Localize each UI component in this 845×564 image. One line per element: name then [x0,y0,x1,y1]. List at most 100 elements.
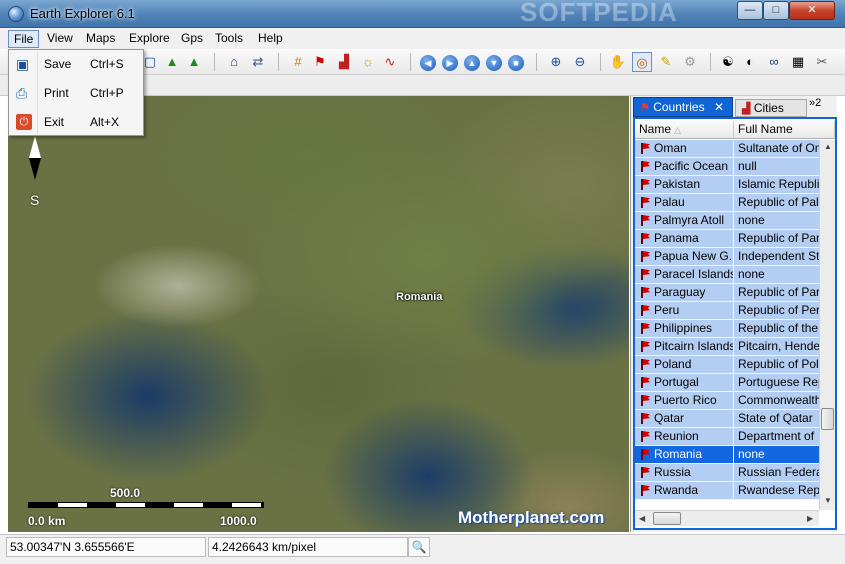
down-arrow-icon[interactable]: ▼ [484,52,504,72]
table-row[interactable]: Paraguay Republic of Paraguay [635,284,819,302]
cell-country-name: Rwanda [636,482,734,500]
table-row[interactable]: Oman Sultanate of Oman [635,140,819,158]
table-row[interactable]: Palau Republic of Palau [635,194,819,212]
toolbar-separator [710,53,711,71]
status-bar: 53.00347'N 3.655566'E 4.2426643 km/pixel… [0,534,845,564]
target-icon[interactable]: ◎ [632,52,652,72]
ruler-icon[interactable]: ✎ [656,52,676,72]
scroll-down-icon[interactable]: ▼ [824,496,832,505]
up-arrow-icon[interactable]: ▲ [462,52,482,72]
table-row[interactable]: Romania none [635,446,819,464]
flag-icon[interactable]: ⚑ [310,52,330,72]
table-row[interactable]: Panama Republic of Panama [635,230,819,248]
yin-yang-icon[interactable]: ☯ [718,52,738,72]
table-row[interactable]: Puerto Rico Commonwealth [635,392,819,410]
menu-maps[interactable]: Maps [81,30,120,48]
table-row[interactable]: Pacific Ocean null [635,158,819,176]
flag-icon [641,233,650,244]
scroll-right-icon[interactable]: ▶ [807,514,813,523]
menu-item-save[interactable]: ▣ Save Ctrl+S [10,50,143,78]
sun-icon[interactable]: ☼ [358,52,378,72]
tab-overflow-button[interactable]: »2 [809,97,821,109]
stop-icon[interactable]: ■ [506,52,526,72]
close-window-button[interactable]: ✕ [789,1,835,20]
zoom-out-icon[interactable]: ⊖ [570,52,590,72]
minimize-button[interactable]: — [737,1,763,20]
cell-full-name: Pitcairn, Henderson [738,339,819,353]
menu-item-print[interactable]: ⎙ Print Ctrl+P [10,79,143,107]
table-row[interactable]: Palmyra Atoll none [635,212,819,230]
map-view[interactable]: S Romania 500.0 0.0 km 1000.0 Motherplan… [8,96,629,532]
country-name-text: Russia [654,465,691,479]
cell-full-name: Republic of Poland [738,357,819,371]
globe-app-icon [8,6,24,22]
table-row[interactable]: Rwanda Rwandese Republic [635,482,819,500]
menu-tools[interactable]: Tools [210,30,248,48]
tab-countries-label: Countries [653,100,705,114]
cell-full-name: Portuguese Republic [738,375,819,389]
menu-gps[interactable]: Gps [176,30,208,48]
flag-icon [641,287,650,298]
table-row[interactable]: Portugal Portuguese Republic [635,374,819,392]
scale-mid-label: 500.0 [110,486,141,500]
menu-help[interactable]: Help [253,30,288,48]
menu-view[interactable]: View [42,30,78,48]
menu-item-exit[interactable]: ⏻ Exit Alt+X [10,108,143,136]
scroll-up-icon[interactable]: ▲ [824,142,832,151]
vertical-scroll-thumb[interactable] [821,408,834,430]
horizontal-scroll-thumb[interactable] [653,512,681,525]
hand-pan-icon[interactable]: ✋ [608,52,628,72]
printer-icon: ⎙ [16,85,28,101]
home-icon[interactable]: ⌂ [224,52,244,72]
table-row[interactable]: Pakistan Islamic Republic [635,176,819,194]
tools-icon[interactable]: ✂ [812,52,832,72]
table-row[interactable]: Paracel Islands none [635,266,819,284]
toolbar-separator [214,53,215,71]
tab-countries[interactable]: ⚑ Countries ✕ [633,97,733,117]
tree-frame-icon[interactable]: ▲ [162,52,182,72]
contrast-icon[interactable]: ◐ [740,52,760,72]
coordinates-readout: 53.00347'N 3.655566'E [6,537,206,557]
column-header-full-name[interactable]: Full Name [735,121,835,139]
menu-file[interactable]: File [8,30,40,48]
route-icon[interactable]: ⇄ [248,52,268,72]
scale-end-label: 1000.0 [220,514,257,528]
left-arrow-icon[interactable]: ◀ [418,52,438,72]
close-tab-icon[interactable]: ✕ [714,98,724,116]
search-icon[interactable]: 🔍 [408,537,430,557]
zoom-in-icon[interactable]: ⊕ [546,52,566,72]
right-arrow-icon[interactable]: ▶ [440,52,460,72]
table-row[interactable]: Philippines Republic of the [635,320,819,338]
table-row[interactable]: Russia Russian Federation [635,464,819,482]
grid-icon[interactable]: # [288,52,308,72]
cities-icon[interactable]: ▟ [334,52,354,72]
scale-readout: 4.2426643 km/pixel [208,537,408,557]
tab-cities[interactable]: ▟ Cities [735,99,807,117]
compass-south-arrow [29,158,41,180]
table-row[interactable]: Qatar State of Qatar [635,410,819,428]
binoculars-icon[interactable]: ∞ [764,52,784,72]
tree-icon[interactable]: ▲ [184,52,204,72]
flag-icon [641,305,650,316]
table-row[interactable]: Peru Republic of Peru [635,302,819,320]
country-name-text: Philippines [654,321,713,335]
country-name-text: Pitcairn Islands [654,339,734,353]
print-label: Print [44,86,69,100]
calculator-icon[interactable]: ▦ [788,52,808,72]
table-row[interactable]: Papua New G... Independent State [635,248,819,266]
table-row[interactable]: Reunion Department of [635,428,819,446]
country-name-text: Poland [654,357,692,371]
cell-country-name: Russia [636,464,734,482]
vertical-scrollbar[interactable]: ▲ ▼ [819,140,835,510]
maximize-button[interactable]: □ [763,1,789,20]
tab-cities-label: Cities [753,101,784,115]
horizontal-scrollbar[interactable]: ◀ ▶ [635,510,819,526]
table-row[interactable]: Pitcairn Islands Pitcairn, Henderson [635,338,819,356]
column-header-name[interactable]: Name △ [636,121,734,139]
signal-icon[interactable]: ∿ [380,52,400,72]
table-row[interactable]: Poland Republic of Poland [635,356,819,374]
cell-full-name: Republic of Palau [738,195,819,209]
settings-disabled-icon[interactable]: ⚙ [680,52,700,72]
scroll-left-icon[interactable]: ◀ [639,514,645,523]
menu-explore[interactable]: Explore [124,30,175,48]
